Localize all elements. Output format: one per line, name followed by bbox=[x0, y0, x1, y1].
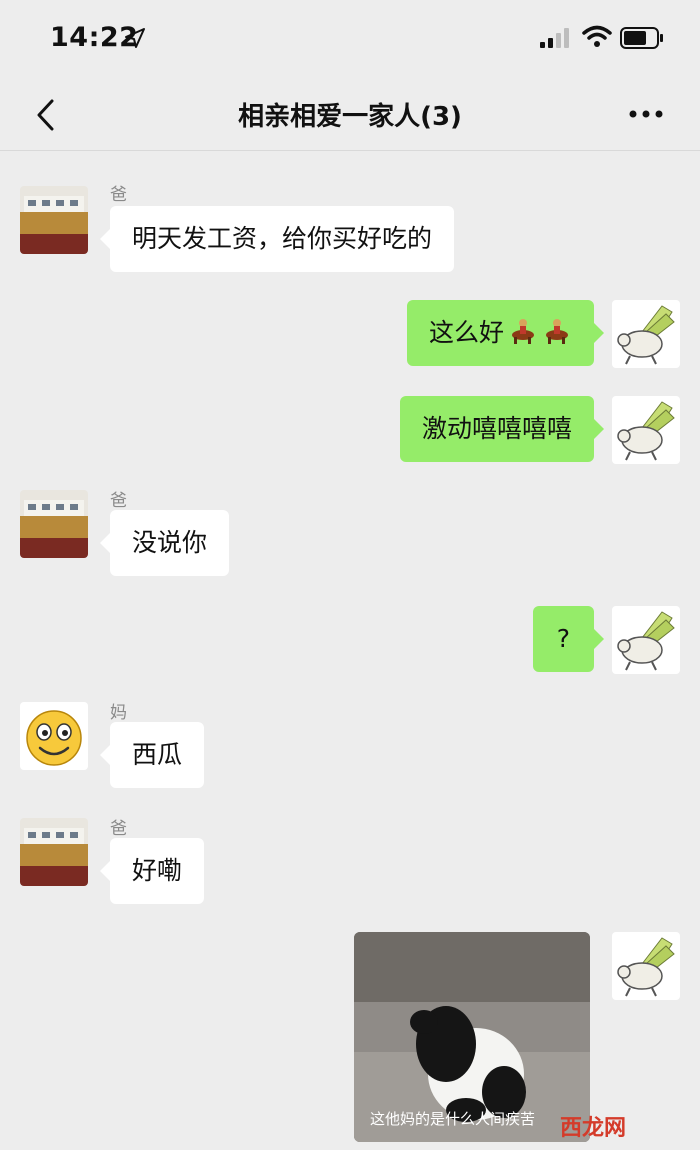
message-text: 没说你 bbox=[132, 528, 208, 557]
battery-icon bbox=[620, 27, 663, 49]
winged-pig-avatar-icon bbox=[612, 932, 680, 1000]
avatar-self[interactable] bbox=[612, 932, 680, 1000]
message-bubble-incoming[interactable]: 西瓜 bbox=[99, 722, 205, 788]
avatar-dad[interactable] bbox=[20, 818, 88, 886]
winged-pig-avatar-icon bbox=[612, 606, 680, 674]
sender-name: 爸 bbox=[110, 819, 127, 839]
sender-name: 爸 bbox=[110, 491, 127, 511]
message-bubble-incoming[interactable]: 明天发工资，给你买好吃的 bbox=[99, 206, 455, 272]
message-text: 好嘞 bbox=[132, 856, 183, 885]
message-text: 西瓜 bbox=[132, 740, 183, 769]
avatar-mom[interactable] bbox=[20, 702, 88, 770]
winged-pig-avatar-icon bbox=[612, 300, 680, 368]
message-bubble-incoming[interactable]: 好嘞 bbox=[99, 838, 205, 904]
building-photo-icon bbox=[20, 490, 88, 558]
avatar-dad[interactable] bbox=[20, 186, 88, 254]
building-photo-icon bbox=[20, 818, 88, 886]
image-message[interactable]: 这他妈的是什么人间疾苦 bbox=[354, 932, 590, 1142]
avatar-dad[interactable] bbox=[20, 490, 88, 558]
winged-pig-avatar-icon bbox=[612, 396, 680, 464]
wifi-icon bbox=[582, 25, 612, 47]
chat-header: 相亲相爱一家人(3) bbox=[0, 80, 700, 151]
building-photo-icon bbox=[20, 186, 88, 254]
sender-name: 爸 bbox=[110, 185, 127, 205]
message-bubble-outgoing[interactable]: 激动嘻嘻嘻嘻 bbox=[399, 396, 605, 462]
chat-title: 相亲相爱一家人(3) bbox=[238, 102, 462, 132]
image-caption: 这他妈的是什么人间疾苦 bbox=[370, 1110, 536, 1128]
message-text: ? bbox=[556, 624, 570, 653]
watermark: 西龙网 bbox=[560, 1116, 627, 1141]
message-text: 这么好 bbox=[428, 318, 504, 347]
message-text: 明天发工资，给你买好吃的 bbox=[132, 224, 433, 253]
message-bubble-outgoing[interactable]: 这么好 bbox=[406, 300, 605, 366]
horse-rider-emoji-icon bbox=[546, 319, 568, 344]
status-bar: 14:22 bbox=[0, 0, 700, 80]
smiley-face-avatar-icon bbox=[20, 702, 88, 770]
more-options-icon[interactable] bbox=[626, 102, 666, 126]
message-text: 激动嘻嘻嘻嘻 bbox=[421, 414, 572, 443]
message-bubble-incoming[interactable]: 没说你 bbox=[99, 510, 230, 576]
sender-name: 妈 bbox=[110, 703, 127, 723]
message-bubble-outgoing[interactable]: ? bbox=[532, 606, 605, 672]
cellular-signal-icon bbox=[540, 28, 569, 48]
avatar-self[interactable] bbox=[612, 300, 680, 368]
avatar-self[interactable] bbox=[612, 606, 680, 674]
location-arrow-icon bbox=[125, 28, 145, 48]
avatar-self[interactable] bbox=[612, 396, 680, 464]
horse-rider-emoji-icon bbox=[512, 319, 534, 344]
